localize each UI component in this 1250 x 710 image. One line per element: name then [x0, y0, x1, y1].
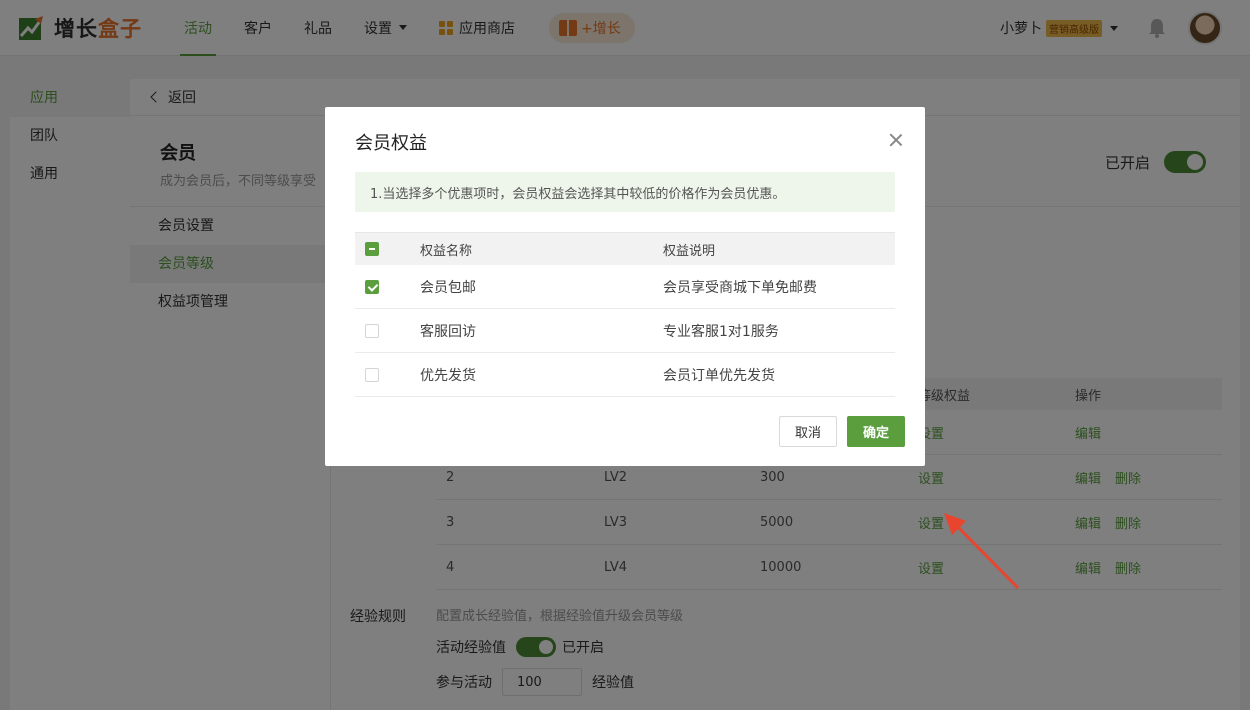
cancel-button[interactable]: 取消: [779, 416, 837, 447]
table-row: 客服回访 专业客服1对1服务: [355, 309, 895, 353]
row-checkbox[interactable]: [365, 279, 379, 294]
table-header: 权益名称 权益说明: [355, 233, 895, 265]
select-all-checkbox[interactable]: [365, 242, 379, 256]
modal-title: 会员权益: [355, 133, 427, 154]
confirm-button[interactable]: 确定: [847, 416, 905, 447]
notice-banner: 1.当选择多个优惠项时，会员权益会选择其中较低的价格作为会员优惠。: [355, 172, 895, 212]
header-benefit-desc: 权益说明: [663, 243, 716, 259]
annotation-arrow-icon: [944, 513, 1020, 590]
benefits-table: 权益名称 权益说明 会员包邮 会员享受商城下单免邮费 客服回访 专业客服1对1服…: [355, 232, 895, 397]
table-row: 会员包邮 会员享受商城下单免邮费: [355, 265, 895, 309]
member-benefits-modal: 会员权益 1.当选择多个优惠项时，会员权益会选择其中较低的价格作为会员优惠。 权…: [325, 107, 925, 466]
close-icon[interactable]: [889, 133, 903, 147]
row-checkbox[interactable]: [365, 367, 379, 382]
row-checkbox[interactable]: [365, 323, 379, 338]
header-benefit-name: 权益名称: [420, 243, 473, 259]
table-row: 优先发货 会员订单优先发货: [355, 353, 895, 397]
